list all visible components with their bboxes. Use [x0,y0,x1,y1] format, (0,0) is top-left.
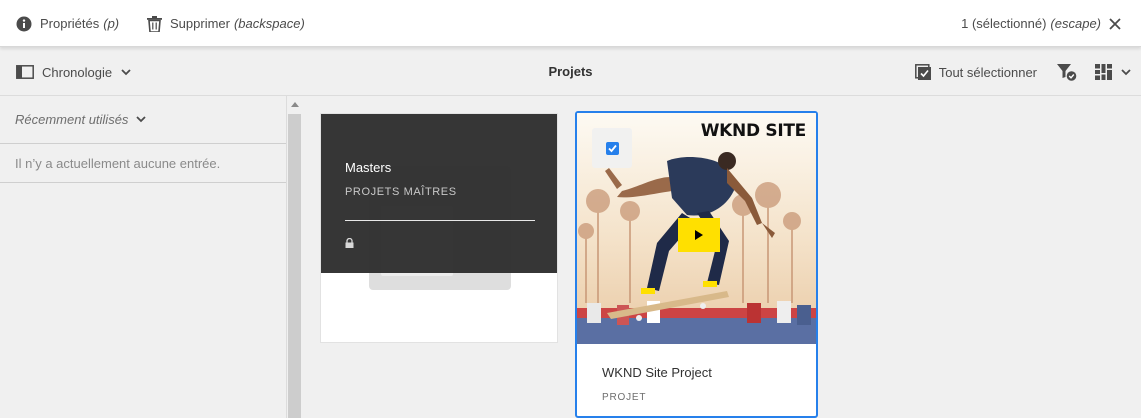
card-checkbox[interactable] [606,142,619,155]
card-title: Masters [345,160,392,175]
wknd-logo: WKND SITE [700,121,807,141]
clear-selection-button[interactable]: 1 (sélectionné) (escape) [961,0,1129,47]
delete-shortcut: (backspace) [233,16,305,31]
info-icon [16,16,32,31]
lock-icon [345,238,354,248]
card-overlay: Masters PROJETS MAÎTRES [321,114,557,273]
trash-icon [147,15,162,32]
project-card-wknd[interactable]: WKND SITE WKND Site Project PROJET [575,111,818,418]
chevron-down-icon [136,116,147,123]
chevron-down-icon [121,68,131,75]
view-switcher-button[interactable] [1095,64,1131,80]
selection-action-bar: Propriétés (p) Supprimer (backspace) 1 (… [0,0,1141,47]
wknd-thumbnail: WKND SITE [577,113,816,344]
filter-button[interactable] [1057,63,1077,81]
scroll-up-arrow[interactable] [291,102,299,107]
select-all-icon [914,63,931,80]
project-card-masters[interactable]: Masters PROJETS MAÎTRES [320,113,558,343]
play-icon [678,218,720,252]
rail-toggle-label: Chronologie [42,64,113,80]
timeline-rail: Récemment utilisés Il n’y a actuellement… [0,96,287,418]
card-title: WKND Site Project [602,365,712,380]
select-all-button[interactable]: Tout sélectionner [914,63,1037,81]
properties-button[interactable]: Propriétés (p) [16,0,119,47]
divider [345,220,535,221]
chevron-down-icon [1121,68,1131,75]
card-subtitle: PROJET [602,392,647,403]
selection-count: 1 (sélectionné) [961,16,1047,31]
delete-button[interactable]: Supprimer (backspace) [147,0,305,47]
recent-dropdown[interactable]: Récemment utilisés [0,96,286,144]
selection-shortcut: (escape) [1050,16,1101,31]
select-all-label: Tout sélectionner [938,64,1037,80]
card-subtitle: PROJETS MAÎTRES [345,186,457,198]
rail-icon [16,65,34,79]
main-toolbar: Chronologie Projets Tout sélectionner [0,48,1141,96]
filter-icon [1057,63,1077,81]
empty-message: Il n’y a actuellement aucune entrée. [0,144,286,183]
scroll-thumb[interactable] [288,114,301,418]
rail-toggle-button[interactable]: Chronologie [16,48,139,96]
properties-label: Propriétés [40,16,100,31]
recent-label: Récemment utilisés [15,112,129,127]
rail-scrollbar[interactable] [287,96,303,418]
close-icon [1109,17,1121,30]
project-grid: Masters PROJETS MAÎTRES WKND SITE WKND S… [303,96,1141,418]
card-view-icon [1095,64,1112,80]
card-select-area[interactable] [592,128,632,168]
properties-shortcut: (p) [103,16,120,31]
delete-label: Supprimer [170,16,230,31]
checkmark-icon [608,144,617,153]
